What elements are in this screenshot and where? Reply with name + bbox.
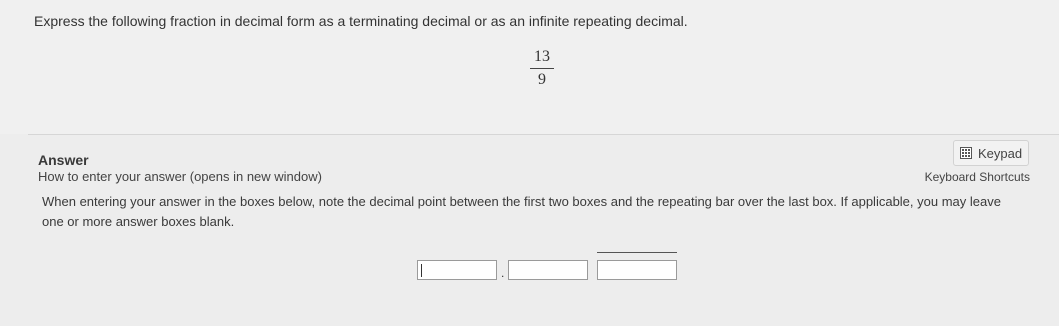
fraction-numerator: 13 [534, 48, 550, 65]
answer-instructions: When entering your answer in the boxes b… [42, 194, 1001, 229]
repeating-bar [597, 252, 677, 253]
whole-part-input[interactable] [417, 260, 497, 280]
question-panel: Express the following fraction in decima… [0, 0, 1059, 134]
keypad-button[interactable]: Keypad [953, 140, 1029, 166]
calculator-keypad-icon [959, 147, 972, 159]
keyboard-shortcuts-link[interactable]: Keyboard Shortcuts [925, 170, 1030, 184]
question-prompt: Express the following fraction in decima… [34, 13, 688, 29]
fraction: 13 9 [528, 48, 556, 89]
answer-label: Answer [38, 152, 89, 168]
how-to-enter-answer-link[interactable]: How to enter your answer (opens in new w… [38, 169, 322, 184]
section-divider [28, 134, 1059, 135]
text-cursor [421, 264, 422, 277]
non-repeating-digits-input[interactable] [508, 260, 588, 280]
decimal-point: . [501, 266, 505, 280]
fraction-bar [530, 68, 554, 69]
decimal-answer-input-group: . [417, 250, 679, 284]
keypad-button-label: Keypad [977, 145, 1023, 161]
fraction-denominator: 9 [538, 71, 546, 88]
repeating-digits-input[interactable] [597, 260, 677, 280]
